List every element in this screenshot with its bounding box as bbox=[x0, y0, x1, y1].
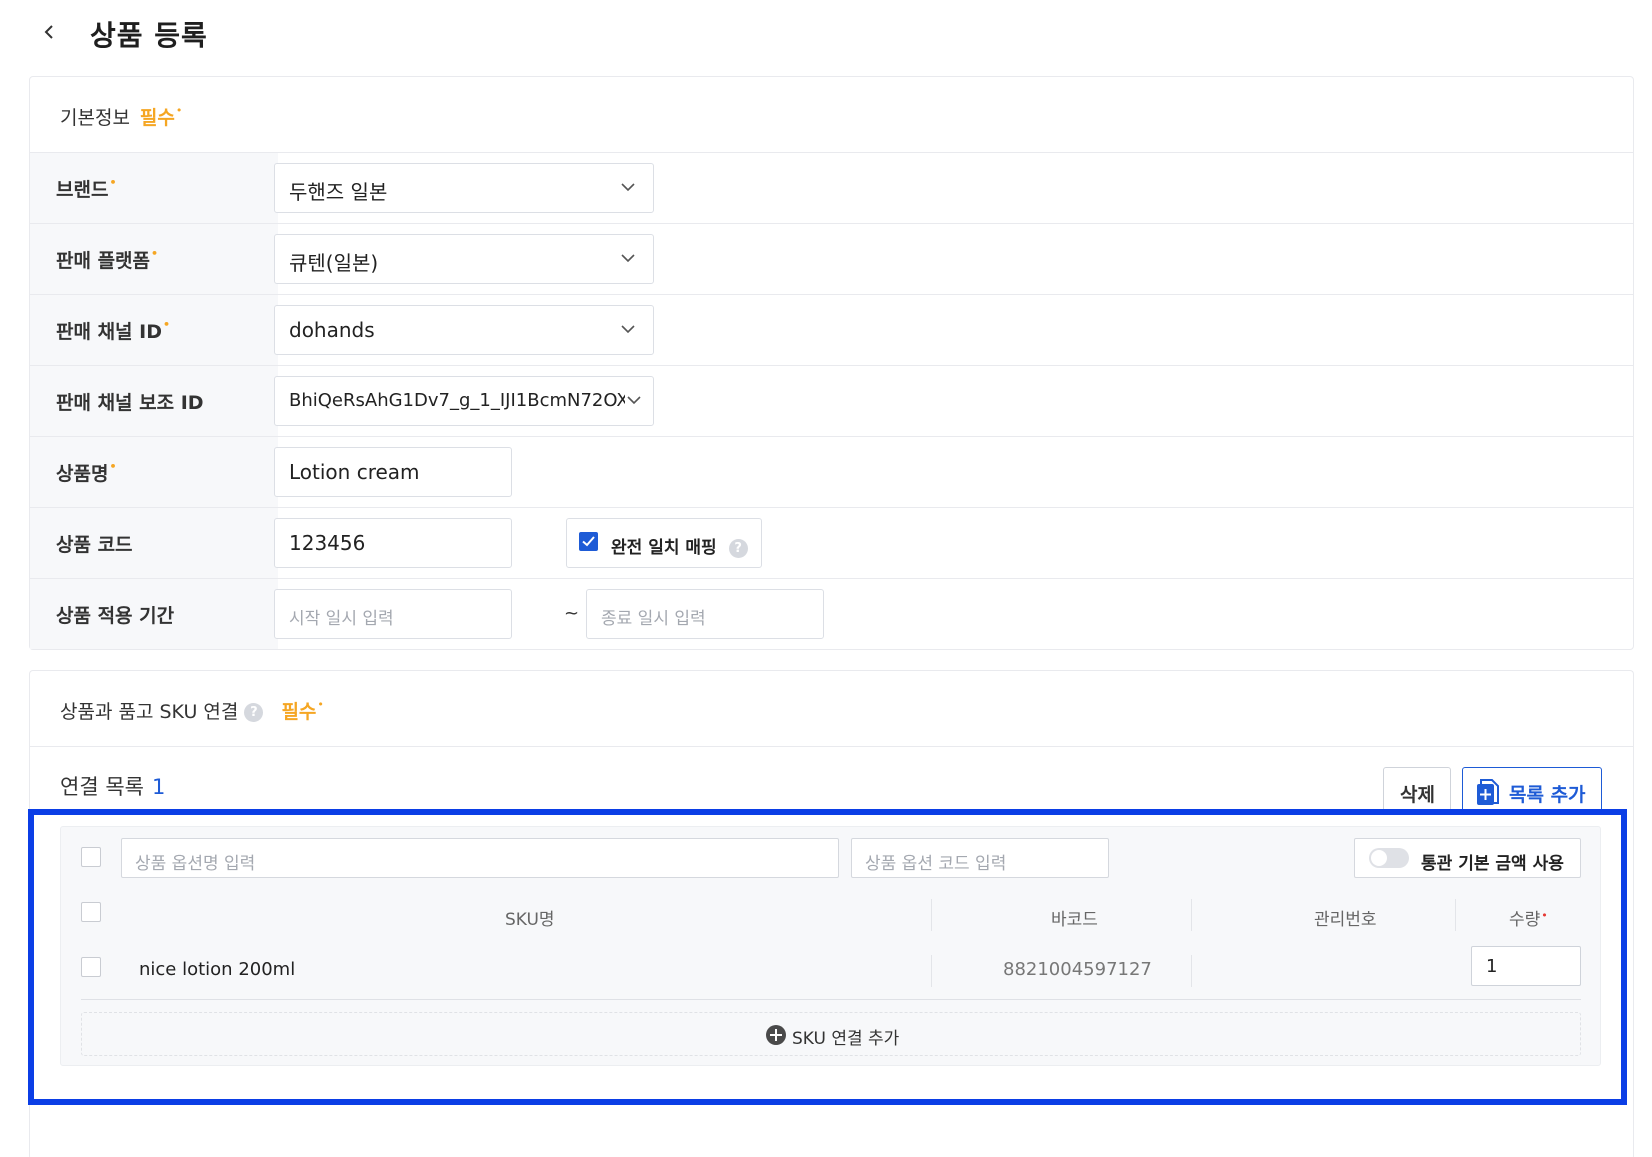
channel-sub-id-label: 판매 채널 보조 ID bbox=[56, 392, 204, 414]
product-code-row: 상품 코드 123456 완전 일치 매핑 ? bbox=[30, 508, 1633, 579]
channel-id-select[interactable]: dohands bbox=[274, 305, 654, 355]
brand-label: 브랜드 bbox=[56, 179, 109, 201]
chevron-left-icon bbox=[44, 25, 53, 39]
period-row: 상품 적용 기간 시작 일시 입력 ~ 종료 일시 입력 bbox=[30, 579, 1633, 650]
product-name-row: 상품명• Lotion cream bbox=[30, 437, 1633, 508]
product-name-label: 상품명 bbox=[56, 463, 109, 485]
product-name-value: Lotion cream bbox=[289, 460, 420, 484]
channel-sub-id-select[interactable]: BhiQeRsAhG1Dv7_g_1_IJI1BcmN72OX bbox=[274, 376, 654, 426]
required-tag: 필수 bbox=[139, 107, 175, 129]
required-mark: • bbox=[317, 698, 324, 711]
brand-row: 브랜드• 두핸즈 일본 bbox=[30, 153, 1633, 224]
start-date-input[interactable]: 시작 일시 입력 bbox=[274, 589, 512, 639]
page-title: 상품 등록 bbox=[90, 19, 208, 52]
end-date-placeholder: 종료 일시 입력 bbox=[601, 609, 706, 629]
date-range-separator: ~ bbox=[564, 603, 580, 624]
basic-info-card: 기본정보 필수• 브랜드• 두핸즈 일본 판매 플랫폼• 큐텐(일본) 판매 채널… bbox=[29, 76, 1634, 650]
required-mark: • bbox=[175, 104, 183, 117]
back-button[interactable] bbox=[38, 18, 62, 46]
help-icon[interactable]: ? bbox=[244, 703, 264, 722]
platform-row: 판매 플랫폼• 큐텐(일본) bbox=[30, 224, 1633, 295]
help-icon[interactable]: ? bbox=[728, 538, 748, 558]
exact-match-label: 완전 일치 매핑 bbox=[611, 538, 717, 558]
product-name-input[interactable]: Lotion cream bbox=[274, 447, 512, 497]
platform-value: 큐텐(일본) bbox=[289, 251, 379, 275]
link-list-count: 1 bbox=[151, 775, 166, 799]
platform-label: 판매 플랫폼 bbox=[56, 250, 151, 272]
chevron-down-icon bbox=[621, 254, 635, 263]
end-date-input[interactable]: 종료 일시 입력 bbox=[586, 589, 824, 639]
product-code-label: 상품 코드 bbox=[56, 534, 133, 556]
product-code-input[interactable]: 123456 bbox=[274, 518, 512, 568]
exact-match-checkbox[interactable] bbox=[579, 532, 598, 551]
required-mark: • bbox=[163, 318, 171, 331]
chevron-down-icon bbox=[621, 183, 635, 192]
brand-value: 두핸즈 일본 bbox=[289, 180, 388, 204]
sku-link-title: 상품과 품고 SKU 연결 bbox=[60, 701, 239, 723]
required-mark: • bbox=[151, 247, 159, 260]
required-mark: • bbox=[109, 460, 117, 473]
add-list-button[interactable]: 목록 추가 bbox=[1462, 767, 1602, 815]
page-header: 상품 등록 bbox=[0, 0, 1652, 70]
basic-info-title: 기본정보 bbox=[60, 107, 130, 129]
chevron-down-icon bbox=[627, 396, 641, 405]
basic-info-header: 기본정보 필수• bbox=[30, 77, 1633, 153]
channel-id-value: dohands bbox=[289, 318, 375, 342]
required-mark: • bbox=[109, 176, 117, 189]
check-icon bbox=[582, 536, 595, 547]
start-date-placeholder: 시작 일시 입력 bbox=[289, 609, 394, 629]
highlight-box bbox=[28, 809, 1627, 1105]
platform-select[interactable]: 큐텐(일본) bbox=[274, 234, 654, 284]
delete-button[interactable]: 삭제 bbox=[1383, 767, 1451, 815]
period-label: 상품 적용 기간 bbox=[56, 605, 175, 627]
channel-id-row: 판매 채널 ID• dohands bbox=[30, 295, 1633, 366]
required-tag: 필수 bbox=[281, 701, 317, 723]
brand-select[interactable]: 두핸즈 일본 bbox=[274, 163, 654, 213]
sku-link-header: 상품과 품고 SKU 연결 ? 필수• bbox=[30, 671, 1633, 747]
product-code-value: 123456 bbox=[289, 531, 366, 555]
link-list-label: 연결 목록 bbox=[60, 775, 144, 799]
exact-match-box: 완전 일치 매핑 ? bbox=[566, 518, 762, 568]
channel-id-label: 판매 채널 ID bbox=[56, 321, 162, 343]
chevron-down-icon bbox=[621, 325, 635, 334]
channel-sub-id-value: BhiQeRsAhG1Dv7_g_1_IJI1BcmN72OX bbox=[289, 390, 625, 411]
channel-sub-id-row: 판매 채널 보조 ID BhiQeRsAhG1Dv7_g_1_IJI1BcmN7… bbox=[30, 366, 1633, 437]
add-document-icon bbox=[1477, 779, 1499, 805]
